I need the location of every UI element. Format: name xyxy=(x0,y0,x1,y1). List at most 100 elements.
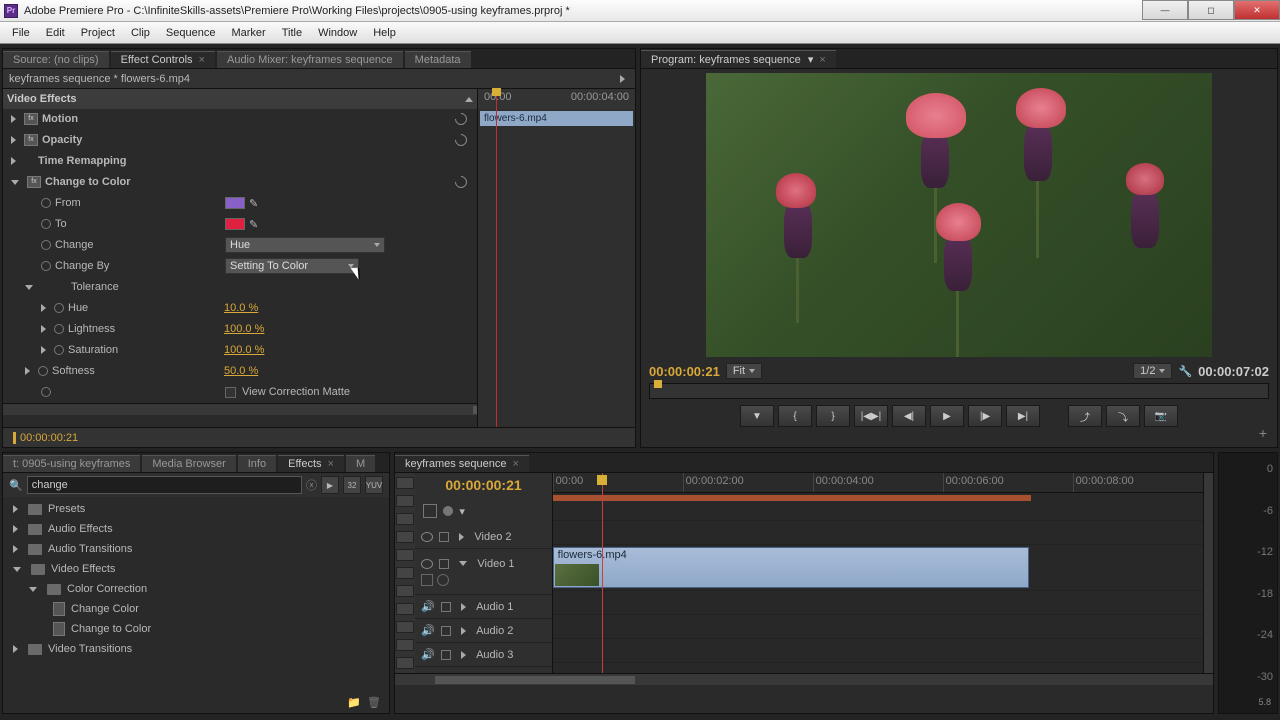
scrub-playhead-icon[interactable] xyxy=(654,380,662,388)
razor-tool[interactable] xyxy=(396,567,414,579)
expand-icon[interactable] xyxy=(41,304,46,312)
track-a3[interactable] xyxy=(553,639,1203,663)
yuv-filter-icon[interactable]: YUV xyxy=(365,476,383,494)
tab-project[interactable]: t: 0905-using keyframes xyxy=(3,455,140,472)
lock-icon[interactable] xyxy=(441,650,451,660)
sync-lock-icon[interactable] xyxy=(421,574,433,586)
ec-scrollbar-h[interactable] xyxy=(3,403,477,415)
menu-title[interactable]: Title xyxy=(274,27,310,39)
menu-marker[interactable]: Marker xyxy=(223,27,273,39)
selection-tool[interactable] xyxy=(396,477,414,489)
pen-tool[interactable] xyxy=(396,621,414,633)
tab-source[interactable]: Source: (no clips) xyxy=(3,51,109,68)
fx-badge-icon[interactable]: fx xyxy=(24,113,38,125)
keyframe-toggle-icon[interactable] xyxy=(41,261,51,271)
track-header-a3[interactable]: 🔊Audio 3 xyxy=(415,643,551,667)
tab-media-browser[interactable]: Media Browser xyxy=(142,455,235,472)
mark-in-button[interactable]: ▼ xyxy=(740,405,774,427)
keyframe-toggle-icon[interactable] xyxy=(41,387,51,397)
menu-project[interactable]: Project xyxy=(73,27,123,39)
tab-metadata[interactable]: Metadata xyxy=(405,51,471,68)
toggle-track-icon[interactable] xyxy=(437,574,449,586)
track-select-tool[interactable] xyxy=(396,495,414,507)
keyframe-toggle-icon[interactable] xyxy=(54,345,64,355)
minimize-button[interactable]: — xyxy=(1142,0,1188,20)
mark-clip-button[interactable]: } xyxy=(816,405,850,427)
ec-timecode[interactable]: 00:00:00:21 xyxy=(13,432,78,444)
program-viewer[interactable] xyxy=(706,73,1212,357)
expand-icon[interactable] xyxy=(11,157,16,165)
keyframe-toggle-icon[interactable] xyxy=(38,366,48,376)
delete-icon[interactable]: 🗑 xyxy=(367,696,381,709)
track-header-a1[interactable]: 🔊Audio 1 xyxy=(415,595,551,619)
eyedropper-icon[interactable]: ✎ xyxy=(249,218,258,231)
change-by-dropdown[interactable]: Setting To Color xyxy=(225,258,359,274)
track-header-v1[interactable]: Video 1 xyxy=(415,549,551,595)
zoom-tool[interactable] xyxy=(396,657,414,669)
lightness-value[interactable]: 100.0 % xyxy=(224,323,264,335)
timeline-scrollbar-h[interactable] xyxy=(395,673,1213,685)
hand-tool[interactable] xyxy=(396,639,414,651)
matte-checkbox[interactable] xyxy=(225,387,236,398)
lift-button[interactable]: ⤴ xyxy=(1068,405,1102,427)
track-a1[interactable] xyxy=(553,591,1203,615)
keyframe-toggle-icon[interactable] xyxy=(41,219,51,229)
settings-icon[interactable]: 🔧 xyxy=(1178,365,1192,378)
track-header-v2[interactable]: Video 2 xyxy=(415,525,551,549)
tree-audio-transitions[interactable]: Audio Transitions xyxy=(3,539,389,559)
hue-value[interactable]: 10.0 % xyxy=(224,302,258,314)
timeline-timecode[interactable]: 00:00:00:21 xyxy=(415,473,551,497)
track-header-a2[interactable]: 🔊Audio 2 xyxy=(415,619,551,643)
param-tolerance[interactable]: Tolerance xyxy=(3,277,477,298)
to-color-swatch[interactable] xyxy=(225,218,245,230)
work-area-bar[interactable] xyxy=(553,495,1031,501)
ec-time-ruler[interactable]: 00:0000:00:04:00 xyxy=(478,89,635,109)
export-frame-button[interactable]: 📷 xyxy=(1144,405,1178,427)
slip-tool[interactable] xyxy=(396,585,414,597)
eye-icon[interactable] xyxy=(421,532,433,542)
expand-icon[interactable] xyxy=(41,325,46,333)
effect-change-to-color[interactable]: fx Change to Color xyxy=(3,172,477,193)
slide-tool[interactable] xyxy=(396,603,414,615)
go-to-in-button[interactable]: |◀▶| xyxy=(854,405,888,427)
fit-dropdown[interactable]: Fit xyxy=(726,363,762,379)
track-a2[interactable] xyxy=(553,615,1203,639)
ec-clip-bar[interactable]: flowers-6.mp4 xyxy=(480,111,633,126)
tab-more[interactable]: M xyxy=(346,455,375,472)
tab-audio-mixer[interactable]: Audio Mixer: keyframes sequence xyxy=(217,51,403,68)
close-button[interactable]: ✕ xyxy=(1234,0,1280,20)
menu-help[interactable]: Help xyxy=(365,27,404,39)
timeline-playhead[interactable] xyxy=(602,473,603,673)
lock-icon[interactable] xyxy=(441,626,451,636)
effect-motion[interactable]: fx Motion xyxy=(3,109,477,130)
tab-close-icon[interactable]: × xyxy=(199,54,205,66)
expand-icon[interactable] xyxy=(11,136,16,144)
speaker-icon[interactable]: 🔊 xyxy=(421,624,435,637)
lock-icon[interactable] xyxy=(439,559,449,569)
tree-presets[interactable]: Presets xyxy=(3,499,389,519)
new-bin-icon[interactable]: 📁 xyxy=(347,696,361,709)
effects-search-input[interactable] xyxy=(27,476,302,494)
collapse-icon[interactable] xyxy=(25,285,33,290)
tree-color-correction[interactable]: Color Correction xyxy=(3,579,389,599)
expand-icon[interactable] xyxy=(41,346,46,354)
go-to-out-button[interactable]: ▶| xyxy=(1006,405,1040,427)
eye-icon[interactable] xyxy=(421,559,433,569)
track-v2[interactable] xyxy=(553,521,1203,545)
extract-button[interactable]: ⤵ xyxy=(1106,405,1140,427)
tab-effects[interactable]: Effects× xyxy=(278,455,344,472)
program-scrubber[interactable] xyxy=(649,383,1269,399)
program-timecode-left[interactable]: 00:00:00:21 xyxy=(649,364,720,379)
marker-icon[interactable] xyxy=(443,506,453,516)
play-button[interactable]: ▶ xyxy=(930,405,964,427)
tab-info[interactable]: Info xyxy=(238,455,276,472)
change-dropdown[interactable]: Hue xyxy=(225,237,385,253)
tab-close-icon[interactable]: × xyxy=(819,54,825,66)
clear-search-icon[interactable]: ⓧ xyxy=(306,477,317,493)
keyframe-toggle-icon[interactable] xyxy=(41,198,51,208)
keyframe-toggle-icon[interactable] xyxy=(54,324,64,334)
tab-close-icon[interactable]: × xyxy=(328,458,334,470)
step-back-button[interactable]: ◀| xyxy=(892,405,926,427)
softness-value[interactable]: 50.0 % xyxy=(224,365,258,377)
tree-video-effects[interactable]: Video Effects xyxy=(3,559,389,579)
